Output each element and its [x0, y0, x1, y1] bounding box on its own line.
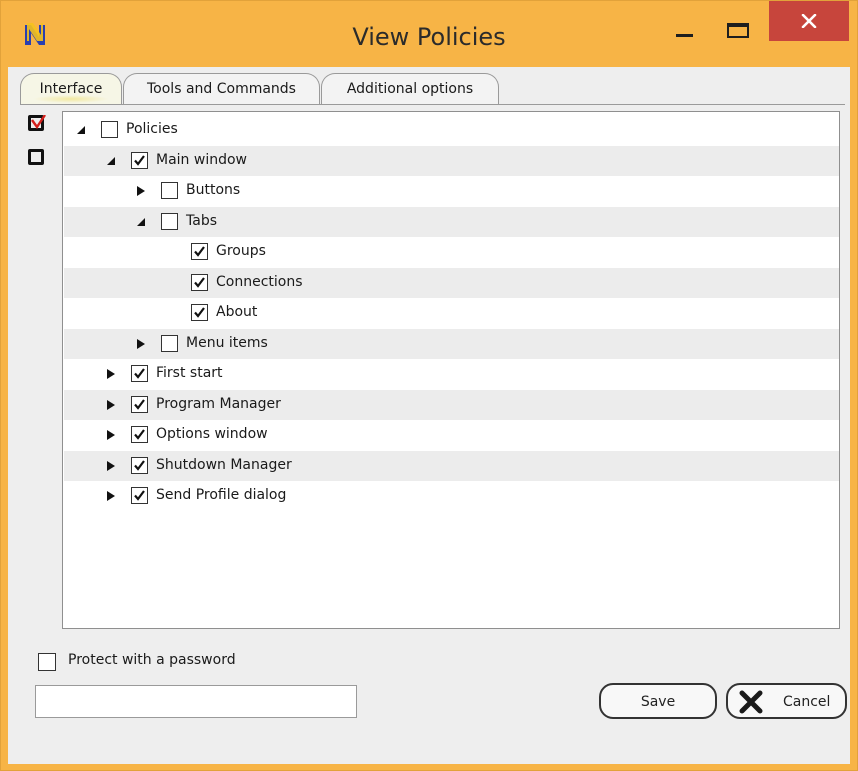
- protect-password-checkbox[interactable]: [38, 653, 56, 671]
- checkmark-icon: [194, 307, 205, 318]
- collapsed-arrow-icon[interactable]: [106, 399, 116, 410]
- tree-checkbox[interactable]: [131, 365, 148, 382]
- tree-checkbox[interactable]: [161, 182, 178, 199]
- tree-row[interactable]: Main window: [64, 145, 839, 176]
- view-policies-window: View Policies Interface Tools and Comman…: [0, 0, 858, 771]
- checkmark-icon: [134, 429, 145, 440]
- tree-checkbox[interactable]: [191, 243, 208, 260]
- side-toolbar: [26, 111, 60, 629]
- tree-item-label: Options window: [156, 426, 268, 442]
- password-input[interactable]: [35, 685, 357, 718]
- close-button[interactable]: [769, 1, 849, 41]
- collapsed-arrow-icon[interactable]: [106, 491, 116, 501]
- collapsed-arrow-icon[interactable]: [136, 338, 146, 349]
- minimize-button[interactable]: [661, 1, 707, 39]
- dialog-body: Interface Tools and Commands Additional …: [8, 67, 850, 764]
- expanded-arrow-icon[interactable]: [106, 156, 116, 166]
- tree-checkbox[interactable]: [131, 426, 148, 443]
- tree-row[interactable]: Shutdown Manager: [64, 450, 839, 481]
- tree-checkbox[interactable]: [131, 456, 148, 474]
- expanded-arrow-icon[interactable]: [76, 125, 86, 135]
- tree-item-label: Menu items: [186, 334, 268, 351]
- save-label: Save: [640, 694, 676, 710]
- tree-checkbox[interactable]: [161, 212, 178, 230]
- protect-password-label: Protect with a password: [68, 652, 236, 668]
- minimize-icon: [676, 34, 693, 37]
- cancel-label: Cancel: [783, 694, 831, 710]
- maximize-button[interactable]: [715, 1, 761, 39]
- title-bar[interactable]: View Policies: [1, 1, 857, 67]
- tab-tools-and-commands[interactable]: Tools and Commands: [123, 73, 320, 105]
- checkmark-icon: [134, 459, 145, 471]
- tree-row[interactable]: Options window: [64, 420, 839, 450]
- tab-interface[interactable]: Interface: [20, 73, 122, 105]
- checkmark-icon: [134, 154, 145, 166]
- tree-item-label: Shutdown Manager: [156, 456, 292, 473]
- expanded-arrow-icon[interactable]: [136, 217, 146, 227]
- tree-row[interactable]: Tabs: [64, 206, 839, 237]
- tree-checkbox[interactable]: [101, 121, 118, 138]
- checkmark-icon: [134, 490, 145, 501]
- tree-item-label: Tabs: [186, 212, 217, 229]
- tree-item-label: About: [216, 304, 258, 320]
- collapsed-arrow-icon[interactable]: [106, 430, 116, 440]
- cancel-button[interactable]: Cancel: [726, 683, 847, 719]
- tree-item-label: Connections: [216, 273, 303, 290]
- tree-row[interactable]: About: [64, 298, 839, 328]
- checkmark-icon: [194, 276, 205, 288]
- cancel-x-icon: [739, 690, 763, 714]
- tree-row[interactable]: Send Profile dialog: [64, 481, 839, 511]
- tab-additional-options[interactable]: Additional options: [321, 73, 499, 105]
- tree-item-label: Policies: [126, 121, 178, 137]
- tab-divider: [20, 104, 845, 105]
- tree-item-label: Main window: [156, 151, 247, 168]
- tree-row[interactable]: Menu items: [64, 328, 839, 359]
- collapsed-arrow-icon[interactable]: [136, 186, 146, 196]
- maximize-icon: [727, 23, 749, 38]
- tree-row[interactable]: First start: [64, 359, 839, 389]
- close-icon: [801, 14, 817, 28]
- checkmark-icon: [134, 368, 145, 379]
- collapsed-arrow-icon[interactable]: [106, 460, 116, 471]
- save-button[interactable]: Save: [599, 683, 717, 719]
- tree-checkbox[interactable]: [161, 334, 178, 352]
- check-all-icon[interactable]: [28, 115, 46, 131]
- tree-item-label: Send Profile dialog: [156, 487, 287, 503]
- checkmark-icon: [194, 246, 205, 257]
- policies-tree: Policies Main window Buttons Tabs Groups Conn…: [62, 111, 840, 629]
- tree-item-label: First start: [156, 365, 223, 381]
- tree-item-label: Buttons: [186, 182, 241, 198]
- tree-checkbox[interactable]: [191, 304, 208, 321]
- tree-item-label: Program Manager: [156, 395, 281, 412]
- tree-checkbox[interactable]: [131, 487, 148, 504]
- tree-row[interactable]: Buttons: [64, 176, 839, 206]
- tree-row[interactable]: Groups: [64, 237, 839, 267]
- collapsed-arrow-icon[interactable]: [106, 369, 116, 379]
- tree-row[interactable]: Policies: [64, 115, 839, 145]
- checkmark-icon: [134, 398, 145, 410]
- tree-row[interactable]: Connections: [64, 267, 839, 298]
- tree-item-label: Groups: [216, 243, 266, 259]
- tree-row[interactable]: Program Manager: [64, 389, 839, 420]
- tree-checkbox[interactable]: [131, 151, 148, 169]
- uncheck-all-icon[interactable]: [28, 149, 44, 165]
- tree-checkbox[interactable]: [191, 273, 208, 291]
- tree-checkbox[interactable]: [131, 395, 148, 413]
